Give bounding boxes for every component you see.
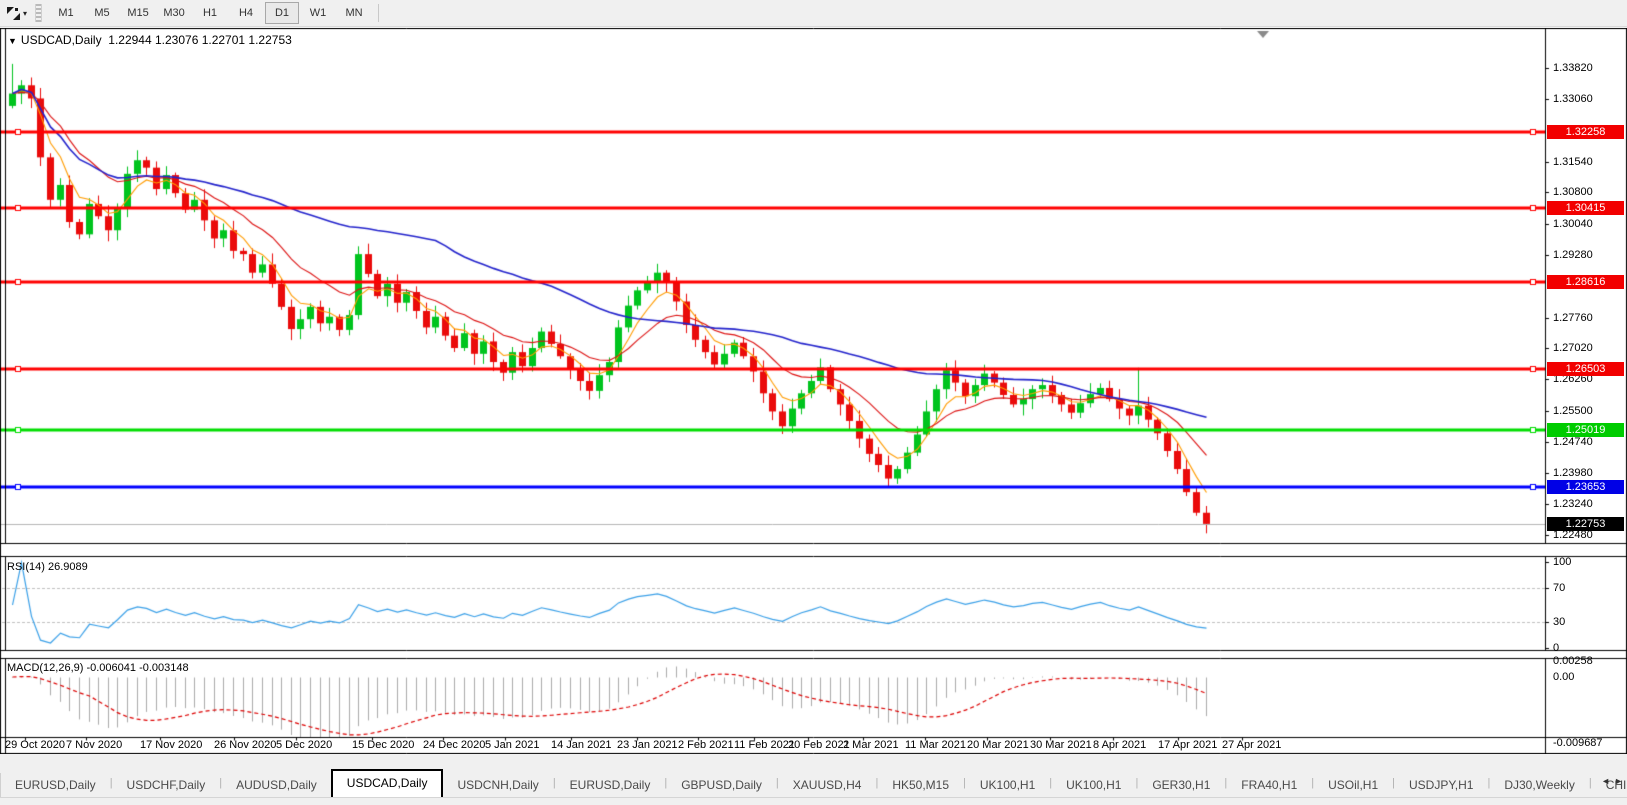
tab-scroll-left-button[interactable]: ◄ xyxy=(1601,776,1610,786)
chart-mode-icon[interactable] xyxy=(3,4,23,22)
price-axis-label: 1.33820 xyxy=(1553,62,1593,74)
tab-fra40-h1[interactable]: FRA40,H1 xyxy=(1227,774,1311,797)
chart-tab-bar: EURUSD,Daily | USDCHF,Daily | AUDUSD,Daily US… xyxy=(0,769,1627,797)
macd-axis-label: 0.00 xyxy=(1553,671,1575,683)
tab-usdjpy-h1[interactable]: USDJPY,H1 xyxy=(1395,774,1487,797)
resistance-line-price-badge: 1.30415 xyxy=(1547,201,1624,216)
date-axis-label: 2 Feb 2021 xyxy=(678,739,734,751)
resistance-line-price-badge: 1.26503 xyxy=(1547,362,1624,377)
timeframe-button-mn[interactable]: MN xyxy=(337,2,371,24)
price-axis-label: 1.33060 xyxy=(1553,93,1593,106)
chart-canvas[interactable] xyxy=(0,28,1627,754)
toolbar-separator xyxy=(378,4,380,22)
rsi-indicator-label: RSI(14) 26.9089 xyxy=(7,561,88,573)
tab-audusd-daily[interactable]: AUDUSD,Daily xyxy=(222,774,331,797)
chart-window: ▼ USDCAD,Daily 1.22944 1.23076 1.22701 1.… xyxy=(0,28,1627,754)
chart-mode-icon-glyph xyxy=(6,6,20,20)
rsi-axis-label: 100 xyxy=(1553,556,1572,568)
timeframe-button-h4[interactable]: H4 xyxy=(229,2,263,24)
price-axis-label: 1.27020 xyxy=(1553,342,1593,355)
date-axis-label: 20 Mar 2021 xyxy=(967,739,1029,751)
tab-dj30-weekly[interactable]: DJ30,Weekly xyxy=(1490,774,1588,797)
macd-axis-label: 0.00258 xyxy=(1553,655,1593,668)
timeframe-button-m1[interactable]: M1 xyxy=(49,2,83,24)
date-axis-label: 17 Nov 2020 xyxy=(140,739,203,751)
timeframe-button-w1[interactable]: W1 xyxy=(301,2,335,24)
date-axis-label: 2 Mar 2021 xyxy=(843,739,899,751)
price-axis-label: 1.23980 xyxy=(1553,467,1593,480)
date-axis-label: 26 Nov 2020 xyxy=(214,739,277,751)
chevron-down-icon[interactable]: ▾ xyxy=(23,9,27,18)
timeframe-button-m30[interactable]: M30 xyxy=(157,2,191,24)
support-line-price-badge: 1.25019 xyxy=(1547,423,1624,438)
tab-uk100-h1[interactable]: UK100,H1 xyxy=(1052,774,1135,797)
date-axis-label: 8 Apr 2021 xyxy=(1093,739,1147,751)
date-axis-label: 24 Dec 2020 xyxy=(423,739,486,751)
timeframe-button-m5[interactable]: M5 xyxy=(85,2,119,24)
toolbar-drag-handle[interactable] xyxy=(35,4,43,22)
timeframe-buttons: M1 M5 M15 M30 H1 H4 D1 W1 MN xyxy=(48,2,372,24)
price-axis-label: 1.27760 xyxy=(1553,311,1593,324)
macd-indicator-label: MACD(12,26,9) -0.006041 -0.003148 xyxy=(7,662,189,674)
date-axis-label: 27 Apr 2021 xyxy=(1222,739,1282,751)
date-axis-label: 5 Dec 2020 xyxy=(276,739,333,751)
date-axis-label: 5 Jan 2021 xyxy=(485,739,540,751)
price-axis-label: 1.30040 xyxy=(1553,217,1593,230)
support-line-price-badge: 1.23653 xyxy=(1547,479,1624,494)
chart-title: ▼ USDCAD,Daily 1.22944 1.23076 1.22701 1.… xyxy=(8,33,292,47)
chart-symbol-label: USDCAD,Daily xyxy=(20,33,102,47)
tab-usdcnh-daily[interactable]: USDCNH,Daily xyxy=(443,774,552,797)
rsi-axis-label: 30 xyxy=(1553,616,1566,629)
tab-usdcad-daily[interactable]: USDCAD,Daily xyxy=(330,769,444,797)
date-axis-label: 11 Mar 2021 xyxy=(905,739,966,751)
timeframe-button-m15[interactable]: M15 xyxy=(121,2,155,24)
date-axis-label: 29 Oct 2020 xyxy=(5,739,65,751)
price-axis-label: 1.25500 xyxy=(1553,404,1593,417)
date-axis-label: 23 Jan 2021 xyxy=(617,739,678,751)
price-axis-label: 1.29280 xyxy=(1553,248,1593,261)
date-axis-label: 14 Jan 2021 xyxy=(551,739,612,751)
date-axis-label: 15 Dec 2020 xyxy=(352,739,415,751)
timeframe-button-h1[interactable]: H1 xyxy=(193,2,227,24)
date-axis-label: 11 Feb 2021 xyxy=(734,739,795,751)
price-axis-label: 1.23240 xyxy=(1553,497,1593,510)
tab-hk50-m15[interactable]: HK50,M15 xyxy=(878,774,963,797)
tab-usoil-h1[interactable]: USOil,H1 xyxy=(1314,774,1392,797)
symbol-dropdown-icon[interactable]: ▼ xyxy=(8,36,17,46)
price-axis-label: 1.30800 xyxy=(1553,186,1593,199)
timeframe-button-d1[interactable]: D1 xyxy=(265,2,300,24)
date-axis-label: 30 Mar 2021 xyxy=(1030,739,1092,751)
date-axis-label: 20 Feb 2021 xyxy=(788,739,850,751)
tab-scroll-right-button[interactable]: ► xyxy=(1614,776,1623,786)
tab-eurusd-daily[interactable]: EURUSD,Daily xyxy=(1,774,110,797)
timeframe-toolbar: ▾ M1 M5 M15 M30 H1 H4 D1 W1 MN xyxy=(0,0,1627,27)
last-price-price-badge: 1.22753 xyxy=(1547,516,1624,531)
rsi-axis-label: 0 xyxy=(1553,642,1560,654)
rsi-axis-label: 70 xyxy=(1553,581,1566,594)
tab-eurusd-daily[interactable]: EURUSD,Daily xyxy=(556,774,665,797)
price-axis-label: 1.31540 xyxy=(1553,155,1593,168)
tab-gbpusd-daily[interactable]: GBPUSD,Daily xyxy=(667,774,776,797)
resistance-line-price-badge: 1.32258 xyxy=(1547,125,1624,140)
date-axis-label: 17 Apr 2021 xyxy=(1158,739,1218,751)
tab-uk100-h1[interactable]: UK100,H1 xyxy=(966,774,1049,797)
tab-usdchf-daily[interactable]: USDCHF,Daily xyxy=(113,774,220,797)
date-axis-label: 7 Nov 2020 xyxy=(66,739,123,751)
resistance-line-price-badge: 1.28616 xyxy=(1547,275,1624,290)
status-bar xyxy=(0,797,1627,805)
tab-ger30-h1[interactable]: GER30,H1 xyxy=(1138,774,1224,797)
macd-axis-label: -0.009687 xyxy=(1553,737,1603,749)
tab-xauusd-h4[interactable]: XAUUSD,H4 xyxy=(779,774,876,797)
chart-ohlc-quotes: 1.22944 1.23076 1.22701 1.22753 xyxy=(108,33,292,47)
tab-scroll-nav: ◄ ► xyxy=(1601,776,1623,786)
trading-platform-window: ▾ M1 M5 M15 M30 H1 H4 D1 W1 MN ▼ USDCAD,Daily 1.2… xyxy=(0,0,1627,805)
